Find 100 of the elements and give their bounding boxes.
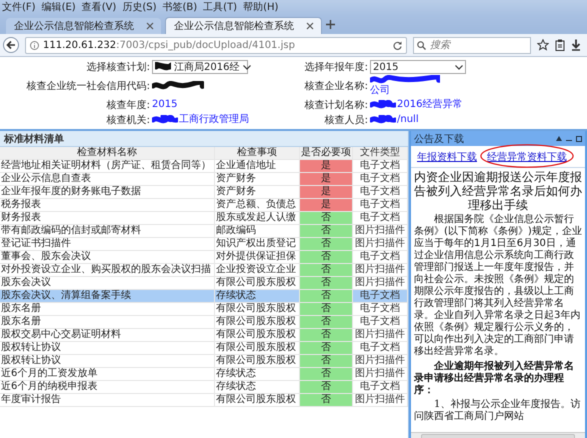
table-row[interactable]: 经营地址相关证明材料（房产证、租赁合同等） 企业通信地址 是 电子文档 [0,160,408,172]
table-cell: 电子文档 [352,380,408,394]
table-row[interactable]: 企业公示信息自查表 资产财务 是 电子文档 [0,172,408,186]
table-cell: 近6个月的工资发放单 [0,368,214,380]
table-cell: 图片扫描件 [352,354,408,368]
column-header[interactable]: 是否必要项 [300,147,352,160]
table-row[interactable]: 年度审计报告 有限公司股东股权 否 图片扫描件 [0,394,408,406]
table-cell: 知识产权出质登记 [214,238,300,250]
plan-select[interactable]: 2015 [370,60,466,74]
required-cell: 是 [300,186,352,198]
table-row[interactable]: 股东名册 有限公司股东股权 否 电子文档 [0,316,408,328]
table-cell: 企业公示信息自查表 [0,172,214,186]
table-cell: 税务报表 [0,198,214,212]
table-cell: 图片扫描件 [352,368,408,380]
article-paragraph: 根据国务院《企业信息公示暂行条例》(以下简称《条例》)规定，企业应当于每年的1月1日至6月30日，通过企业信用信息公示系统向工商行政管理部门报送上一年度年度报告，并向社会公示。未按照《条例》规定的期限公示年度报告的，县级以上工商行政管理部门将其列入经营异常名录。企业自列入异常名录之日起3年内依照《条例》规定履行公示义务的，可以向作出列入决定的工商部门申请移出经营异常名录。 [414,214,582,358]
table-cell: 有限公司股东股权 [214,394,300,406]
url-host: 111.20.61.232 [43,40,116,50]
menu-item[interactable]: 书签(B) [162,1,198,14]
table-row[interactable]: 税务报表 资产总额、负债总 是 电子文档 [0,198,408,212]
browser-tab[interactable]: 企业公示信息智能检查系统 [165,17,322,34]
table-cell: 电子文档 [352,302,408,316]
download-link[interactable]: 年报资料下载 [417,152,477,162]
table-row[interactable]: 企业年报年度的财务账电子数据 资产财务 是 电子文档 [0,186,408,198]
required-cell: 否 [300,212,352,224]
table-row[interactable]: 股权交易中心交易证明材料 有限公司股东股权 否 图片扫描件 [0,328,408,342]
field-value: 2016经营异常 [397,99,462,111]
field-label: 核查年度: [106,98,150,112]
table-cell: 股东名册 [0,316,214,328]
url-path: :7003/cpsi_pub/docUpload/4101.jsp [116,40,295,50]
column-header[interactable]: 检查材料名称 [0,147,214,160]
browser-tab[interactable]: 企业公示信息智能检查系统 [6,18,161,34]
article-step: 1、补报与公示企业年度报告。访问陕西省工商局门户网站 [414,399,582,423]
table-cell: 有限公司股东股权 [214,354,300,368]
table-cell: 电子文档 [352,316,408,328]
table-row[interactable]: 带有邮政编码的信封或邮寄材料 邮政编码 否 图片扫描件 [0,224,408,238]
required-cell: 否 [300,238,352,250]
table-cell: 邮政编码 [214,224,300,238]
table-cell: 图片扫描件 [352,394,408,406]
table-cell: 股东名册 [0,302,214,316]
table-row[interactable]: 近6个月的工资发放单 存续状态 否 图片扫描件 [0,368,408,380]
search-field[interactable]: 搜索 [413,36,531,54]
required-cell: 否 [300,368,352,380]
required-cell: 否 [300,328,352,342]
required-cell: 否 [300,224,352,238]
table-cell: 有限公司股东股权 [214,302,300,316]
field-value: 工商行政管理局 [179,114,249,126]
table-cell: 股权转让协议 [0,342,214,354]
table-row[interactable]: 对外投资设立企业、购买股权的股东会决议扫描 企业投资设立企业 否 图片扫描件 [0,264,408,276]
table-cell: 经营地址相关证明材料（房产证、租赁合同等） [0,160,214,172]
table-row[interactable]: 财务报表 股东或发起人认缴 否 电子文档 [0,212,408,224]
field-label: 核查企业统一社会信用代码: [26,80,150,93]
table-cell: 存续状态 [214,290,300,302]
table-cell: 电子文档 [352,250,408,264]
required-cell: 是 [300,160,352,172]
table-cell: 有限公司股东股权 [214,342,300,354]
field-label: 核查机关: [106,114,150,127]
table-cell: 财务报表 [0,212,214,224]
table-cell: 电子文档 [352,212,408,224]
table-row[interactable]: 股权转让协议 有限公司股东股权 否 电子文档 [0,342,408,354]
table-row[interactable]: 股东会决议、清算组备案手续 存续状态 否 电子文档 [0,290,408,302]
tab-title: 企业公示信息智能检查系统 [14,20,134,33]
plan-select[interactable]: 江商局2016经 [152,60,248,74]
table-cell: 带有邮政编码的信封或邮寄材料 [0,224,214,238]
address-field[interactable]: 111.20.61.232:7003/cpsi_pub/docUpload/4101.jsp [25,36,407,54]
field-label: 选择年报年度: [304,60,368,74]
required-cell: 是 [300,198,352,212]
panel-title: 公告及下载 [414,132,464,146]
table-cell: 电子文档 [352,342,408,354]
table-cell: 电子文档 [352,186,408,198]
table-cell: 资产财务 [214,186,300,198]
required-cell: 否 [300,302,352,316]
required-cell: 否 [300,276,352,290]
table-cell: 有限公司股东股权 [214,328,300,342]
required-cell: 否 [300,342,352,354]
table-cell: 股权转让协议 [0,354,214,368]
field-value: 公司 [370,85,390,97]
menu-item[interactable]: 帮助(H) [243,1,278,14]
table-cell: 年度审计报告 [0,394,214,406]
table-cell: 图片扫描件 [352,328,408,342]
table-row[interactable]: 近6个月的纳税申报表 存续状态 否 电子文档 [0,380,408,394]
required-cell: 是 [300,172,352,186]
menu-item[interactable]: 查看(V) [82,1,116,14]
menu-item[interactable]: 文件(F) [2,1,36,14]
table-row[interactable]: 董事会、股东会决议 对外提供保证担保 否 电子文档 [0,250,408,264]
table-row[interactable]: 股权转让协议 有限公司股东股权 否 图片扫描件 [0,354,408,368]
field-label: 选择核查计划: [86,60,150,74]
menu-item[interactable]: 历史(S) [122,1,156,14]
table-cell: 图片扫描件 [352,224,408,238]
table-row[interactable]: 登记证书扫描件 知识产权出质登记 否 图片扫描件 [0,238,408,250]
table-cell: 股权交易中心交易证明材料 [0,328,214,342]
field-label: 核查人员: [324,114,368,127]
field-value: /null [397,114,419,126]
column-header[interactable]: 检查事项 [214,147,300,160]
table-row[interactable]: 股东名册 有限公司股东股权 否 电子文档 [0,302,408,316]
menu-item[interactable]: 工具(T) [203,1,238,14]
required-cell: 否 [300,264,352,276]
table-cell: 股东或发起人认缴 [214,212,300,224]
table-cell: 企业通信地址 [214,160,300,172]
field-label: 核查企业名称: [304,80,368,93]
menu-item[interactable]: 编辑(E) [42,1,76,14]
